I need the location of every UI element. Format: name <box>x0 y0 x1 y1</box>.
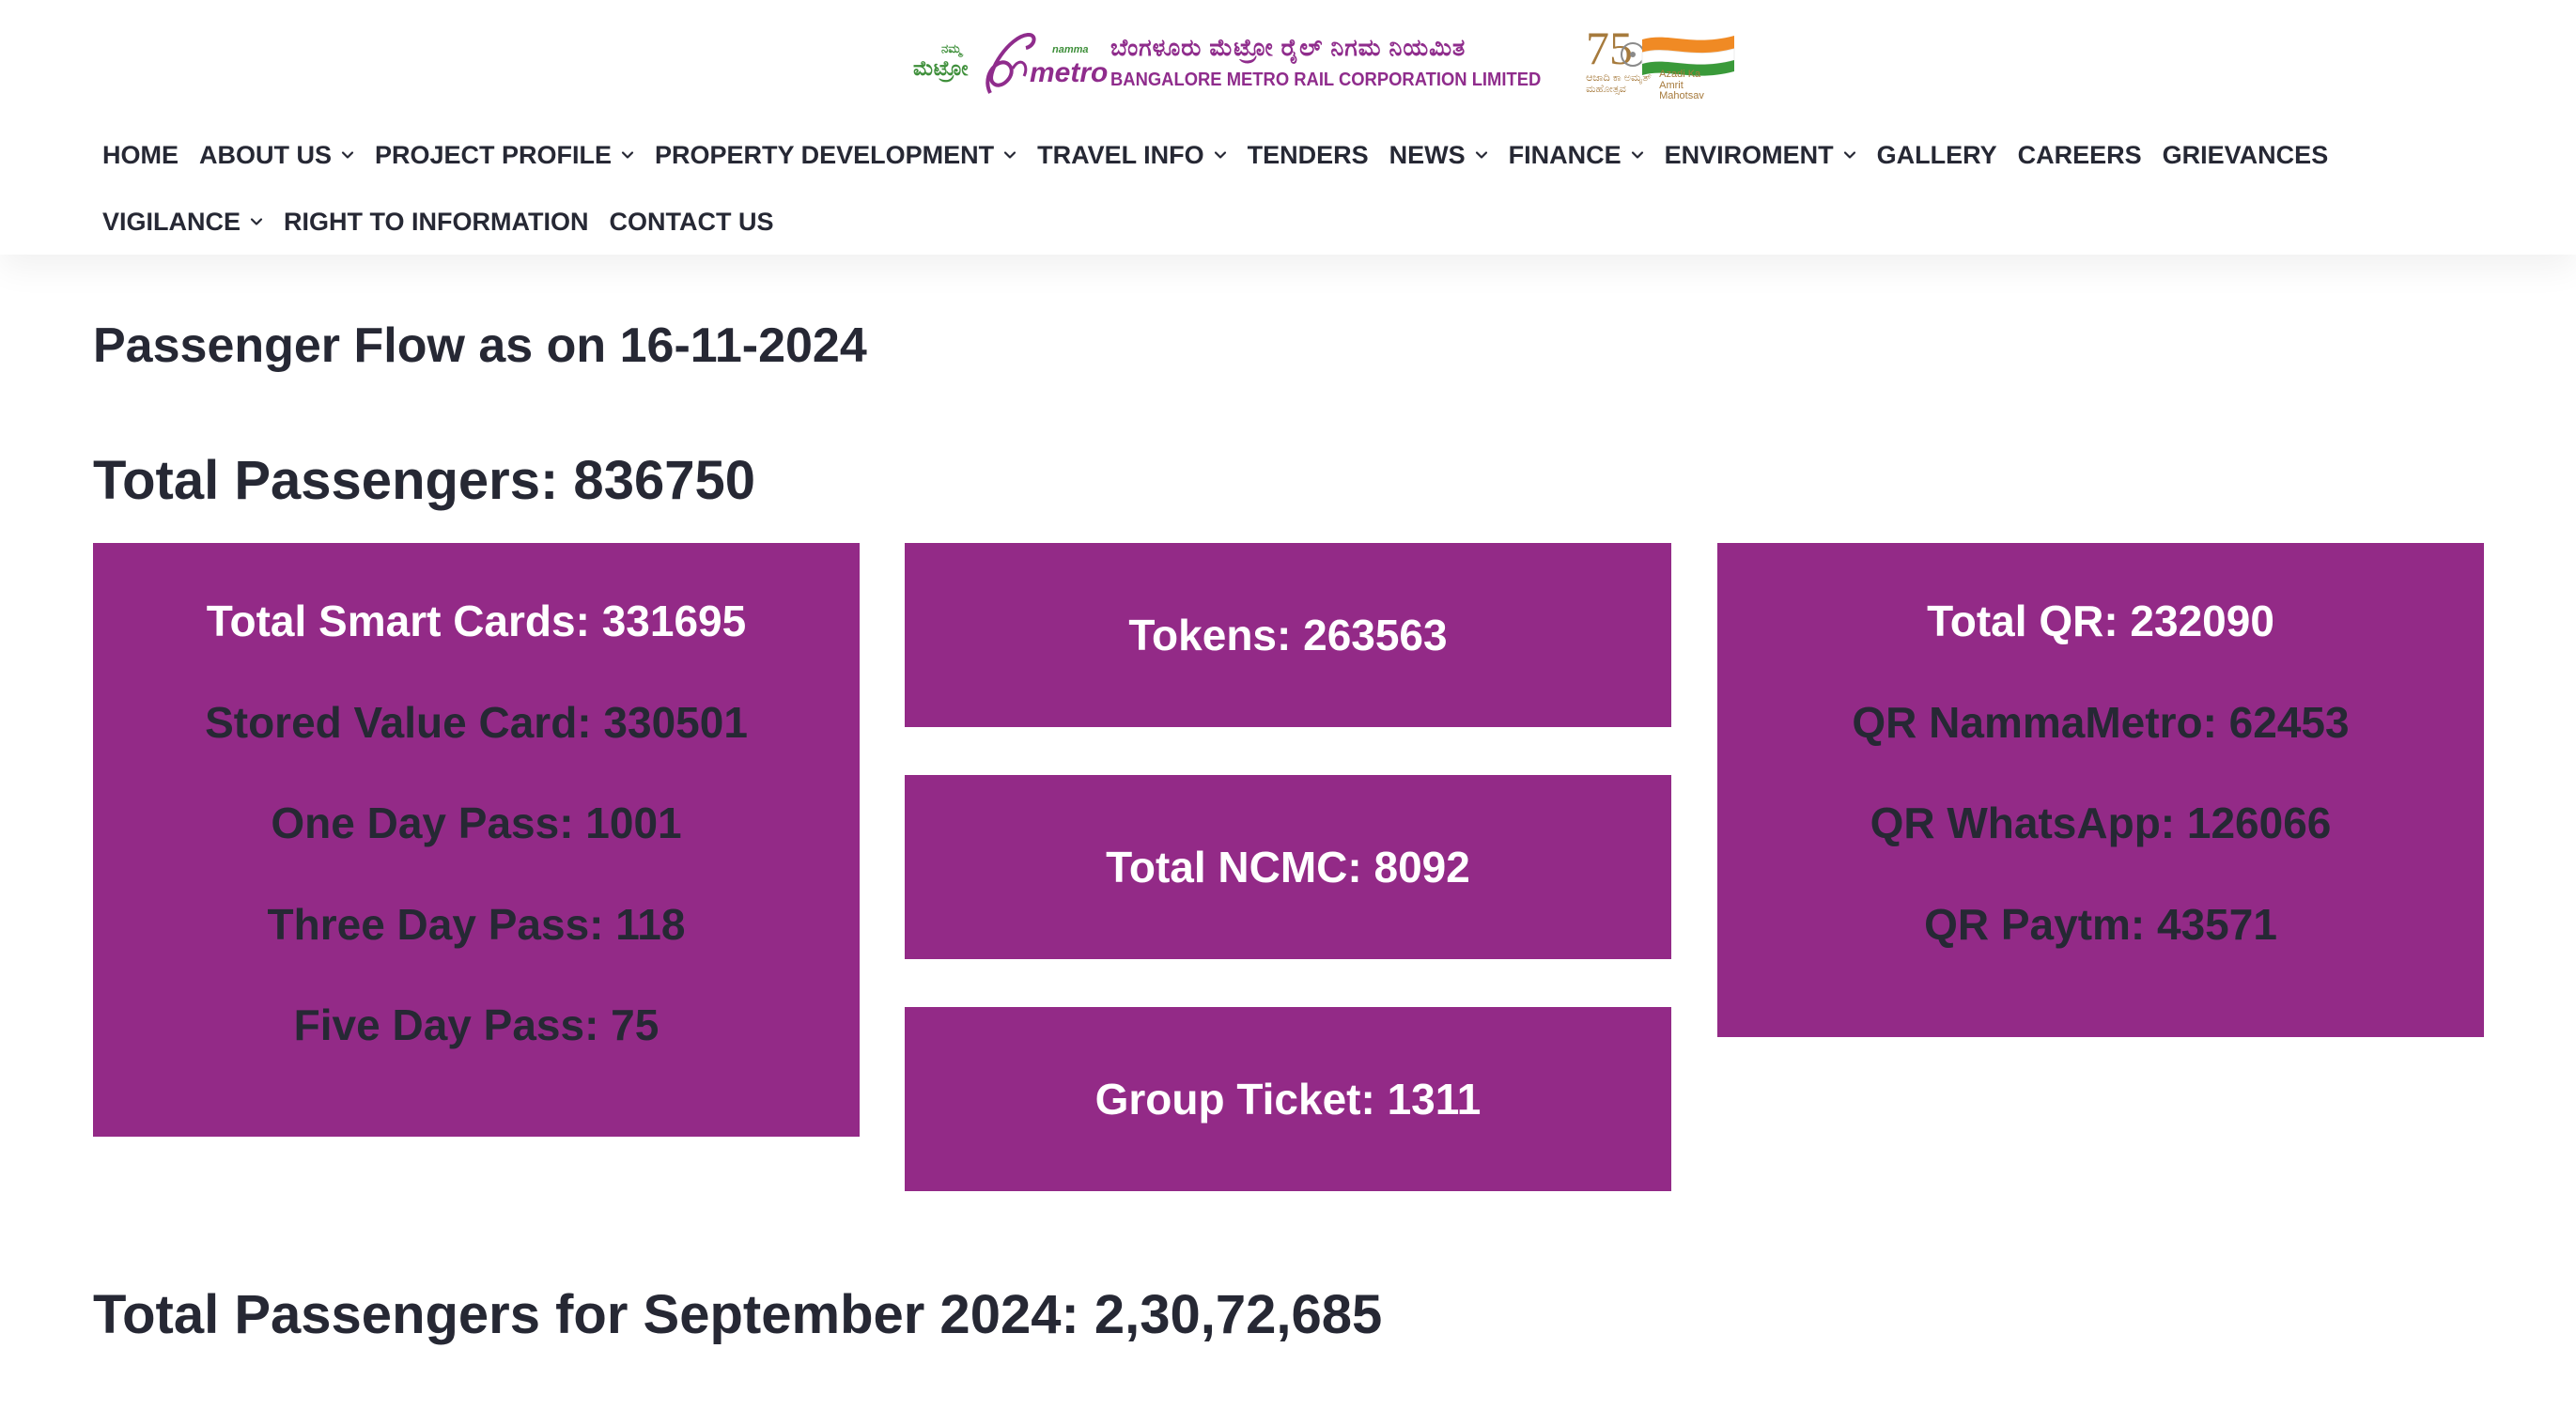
total-qr: Total QR: 232090 <box>1927 597 2274 645</box>
nav-item-enviroment[interactable]: ENVIROMENT <box>1654 132 1867 178</box>
main-navigation: HOME ABOUT US PROJECT PROFILE PROPERTY DEVE… <box>92 132 2478 265</box>
qr-paytm: QR Paytm: 43571 <box>1924 899 2277 949</box>
org-name-kannada: ಬೆಂಗಳೂರು ಮೆಟ್ರೋ ರೈಲ್ ನಿಗಮ ನಿಯಮಿತ <box>1110 35 1466 61</box>
nav-item-label: NEWS <box>1389 140 1466 169</box>
nav-item-label: CONTACT US <box>609 207 774 236</box>
nav-item-news[interactable]: NEWS <box>1379 132 1498 178</box>
qr-nammametro: QR NammaMetro: 62453 <box>1852 697 2350 747</box>
azadi-kannada: ಆಜಾದಿ ಕಾ ಅಮೃತ್ ಮಹೋತ್ಸವ <box>1586 72 1652 95</box>
nav-item-label: ABOUT US <box>199 140 332 169</box>
namma-metro-kannada: ಮೆಟ್ರೋ <box>913 56 969 81</box>
azadi-ka-amrit-mahotsav-logo: 75 ಆಜಾದಿ ಕಾ ಅಮೃತ್ ಮಹೋತ್ಸವ Azadi Ka Amrit… <box>1584 21 1744 105</box>
nav-item-property-development[interactable]: PROPERTY DEVELOPMENT <box>644 132 1027 178</box>
nav-item-tenders[interactable]: TENDERS <box>1237 132 1379 178</box>
namma-metro-kannada-small: ನಮ್ಮ <box>941 41 962 55</box>
nav-item-label: GALLERY <box>1876 140 1997 169</box>
chevron-down-icon <box>341 148 354 162</box>
nav-item-label: RIGHT TO INFORMATION <box>284 207 589 236</box>
five-day-pass: Five Day Pass: 75 <box>293 1000 660 1049</box>
smart-cards-card: Total Smart Cards: 331695 Stored Value C… <box>93 543 860 1137</box>
namma-metro-wordmark: namma metro <box>1030 44 1109 89</box>
nav-item-label: CAREERS <box>2017 140 2142 169</box>
nav-item-label: TRAVEL INFO <box>1037 140 1204 169</box>
three-day-pass: Three Day Pass: 118 <box>267 899 686 949</box>
tokens-count: Tokens: 263563 <box>1128 611 1448 659</box>
nav-item-finance[interactable]: FINANCE <box>1498 132 1654 178</box>
september-total-heading: Total Passengers for September 2024: 2,3… <box>93 1284 1383 1345</box>
nav-item-label: ENVIROMENT <box>1664 140 1834 169</box>
nav-item-right-to-information[interactable]: RIGHT TO INFORMATION <box>273 198 598 245</box>
brand-logos[interactable]: ನಮ್ಮ ಮೆಟ್ರೋ namma metro ಬೆಂಗಳೂರು ಮೆಟ್ರೋ … <box>909 21 1744 105</box>
tokens-card: Tokens: 263563 <box>905 543 1671 727</box>
azadi-number: 75 <box>1586 22 1633 74</box>
nav-item-vigilance[interactable]: VIGILANCE <box>92 198 273 245</box>
site-header: ನಮ್ಮ ಮೆಟ್ರೋ namma metro ಬೆಂಗಳೂರು ಮೆಟ್ರೋ … <box>0 0 2576 255</box>
nav-item-careers[interactable]: CAREERS <box>2008 132 2152 178</box>
one-day-pass: One Day Pass: 1001 <box>271 798 682 847</box>
nav-item-about-us[interactable]: ABOUT US <box>189 132 365 178</box>
nav-item-label: PROPERTY DEVELOPMENT <box>655 140 995 169</box>
qr-whatsapp: QR WhatsApp: 126066 <box>1870 798 2332 847</box>
chevron-down-icon <box>1003 148 1016 162</box>
nav-item-project-profile[interactable]: PROJECT PROFILE <box>365 132 644 178</box>
azadi-english: Azadi Ka Amrit Mahotsav <box>1659 69 1704 102</box>
nav-item-home[interactable]: HOME <box>92 132 189 178</box>
namma-metro-kannada-label: ನಮ್ಮ ಮೆಟ್ರೋ <box>913 41 969 81</box>
group-ticket-card: Group Ticket: 1311 <box>905 1007 1671 1191</box>
stored-value-card: Stored Value Card: 330501 <box>205 697 748 747</box>
chevron-down-icon <box>1631 148 1644 162</box>
total-smart-cards: Total Smart Cards: 331695 <box>206 597 747 645</box>
bmrcl-name[interactable]: ಬೆಂಗಳೂರು ಮೆಟ್ರೋ ರೈಲ್ ನಿಗಮ ನಿಯಮಿತ BANGALO… <box>1110 35 1578 91</box>
nav-item-gallery[interactable]: GALLERY <box>1867 132 2008 178</box>
nav-item-label: GRIEVANCES <box>2162 140 2329 169</box>
nav-item-grievances[interactable]: GRIEVANCES <box>2152 132 2339 178</box>
nav-item-label: PROJECT PROFILE <box>375 140 613 169</box>
nav-item-label: FINANCE <box>1508 140 1622 169</box>
chevron-down-icon <box>621 148 634 162</box>
namma-metro-small: namma <box>1052 44 1089 55</box>
total-passengers-heading: Total Passengers: 836750 <box>93 450 755 511</box>
chevron-down-icon <box>1843 148 1856 162</box>
group-ticket-count: Group Ticket: 1311 <box>1094 1075 1482 1124</box>
chevron-down-icon <box>1214 148 1227 162</box>
namma-metro-logo[interactable]: ನಮ್ಮ ಮೆಟ್ರೋ namma metro <box>909 25 1108 101</box>
total-ncmc: Total NCMC: 8092 <box>1106 843 1470 891</box>
ncmc-card: Total NCMC: 8092 <box>905 775 1671 959</box>
chevron-down-icon <box>250 215 263 228</box>
nav-item-label: VIGILANCE <box>102 207 241 236</box>
nav-item-label: HOME <box>102 140 178 169</box>
namma-metro-text: metro <box>1030 57 1109 88</box>
org-name-english: BANGALORE METRO RAIL CORPORATION LIMITED <box>1110 70 1542 90</box>
chevron-down-icon <box>1475 148 1488 162</box>
nav-item-contact-us[interactable]: CONTACT US <box>599 198 784 245</box>
qr-card: Total QR: 232090 QR NammaMetro: 62453 QR… <box>1717 543 2484 1037</box>
passenger-flow-title: Passenger Flow as on 16-11-2024 <box>93 318 867 373</box>
nav-item-label: TENDERS <box>1247 140 1369 169</box>
nav-item-travel-info[interactable]: TRAVEL INFO <box>1027 132 1237 178</box>
